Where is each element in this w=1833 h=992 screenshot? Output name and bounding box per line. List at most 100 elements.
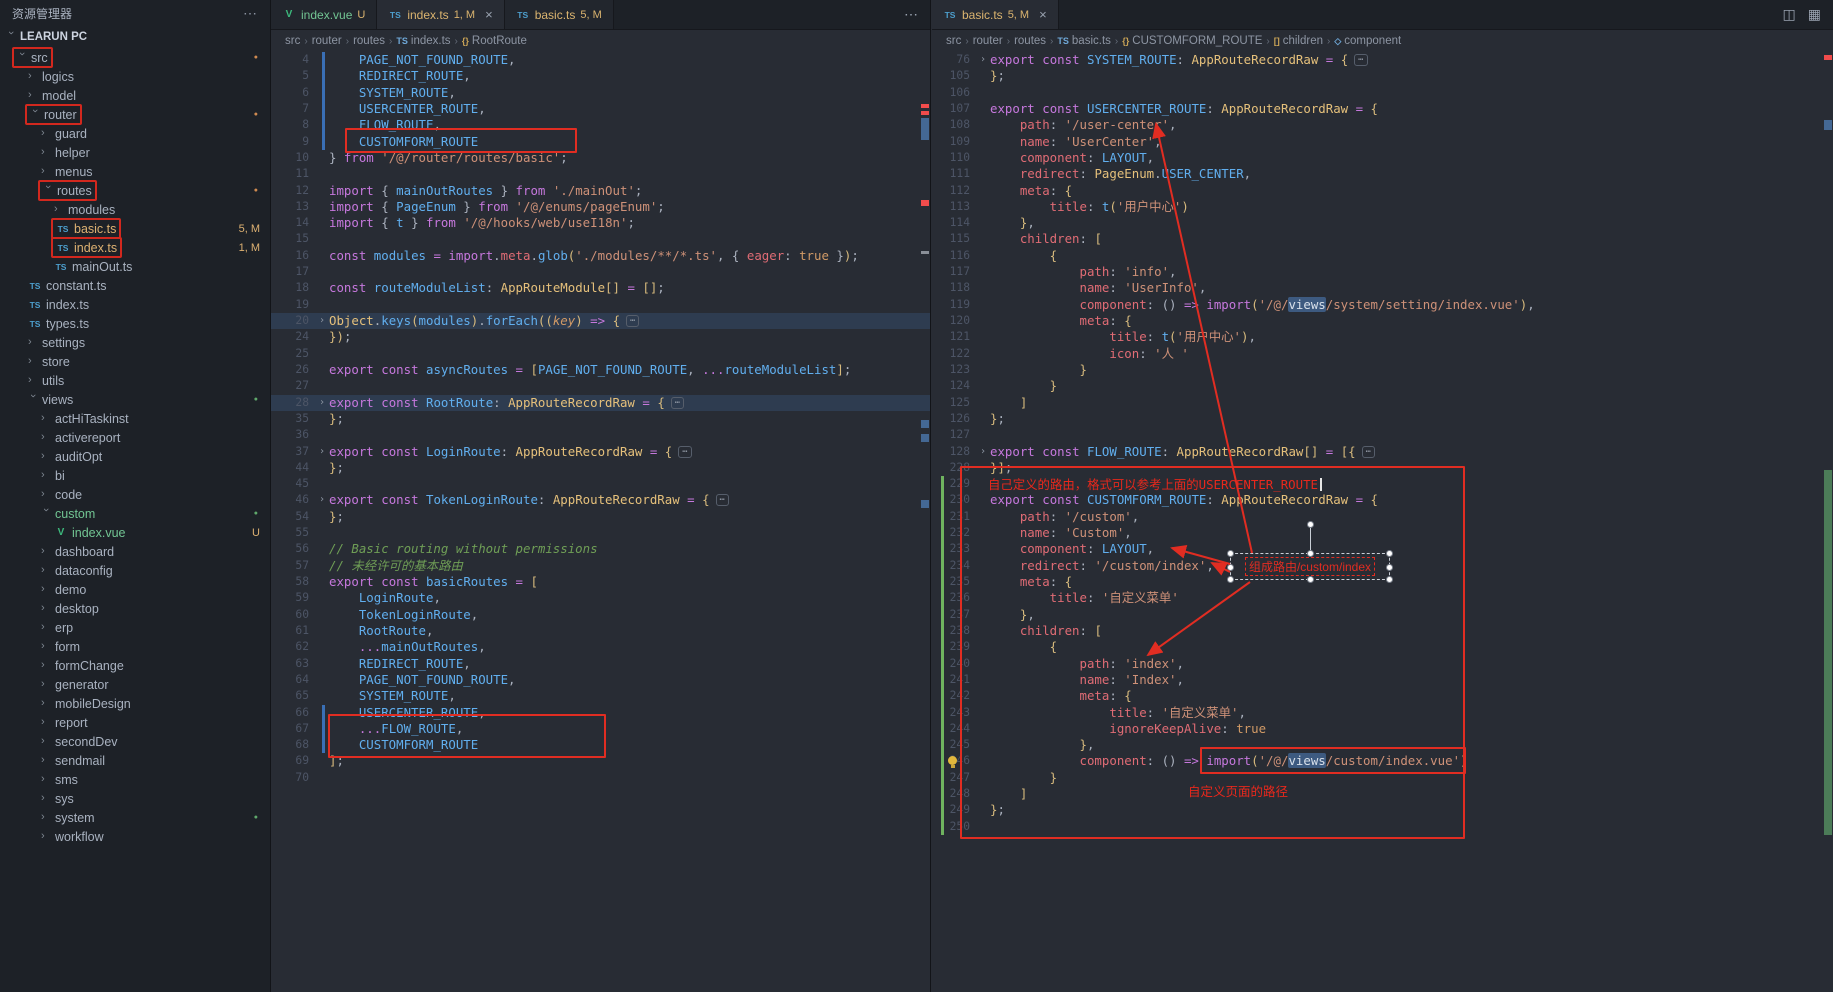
code-line-243[interactable]: 243 title: '自定义菜单', <box>932 705 1833 721</box>
code-line-111[interactable]: 111 redirect: PageEnum.USER_CENTER, <box>932 166 1833 182</box>
code-line-59[interactable]: 59 LoginRoute, <box>271 590 930 606</box>
tab-index.vue[interactable]: Vindex.vueU <box>271 0 377 29</box>
tree-item-modules[interactable]: ›modules <box>0 200 270 219</box>
tab-index.ts[interactable]: TSindex.ts1, M× <box>377 0 504 29</box>
code-line-25[interactable]: 25 <box>271 346 930 362</box>
code-line-76[interactable]: 76›export const SYSTEM_ROUTE: AppRouteRe… <box>932 52 1833 68</box>
code-line-122[interactable]: 122 icon: '人 ' <box>932 346 1833 362</box>
more-actions-icon[interactable]: ⋯ <box>904 6 918 23</box>
code-line-107[interactable]: 107export const USERCENTER_ROUTE: AppRou… <box>932 101 1833 117</box>
overview-ruler[interactable] <box>1823 0 1833 992</box>
tab-basic.ts[interactable]: TSbasic.ts5, M× <box>932 0 1059 29</box>
tree-item-basic.ts[interactable]: TSbasic.ts5, M <box>0 219 270 238</box>
tree-item-constant.ts[interactable]: TSconstant.ts <box>0 276 270 295</box>
fold-expand-icon[interactable]: › <box>976 444 990 460</box>
code-line-242[interactable]: 242 meta: { <box>932 688 1833 704</box>
tree-item-code[interactable]: ›code <box>0 485 270 504</box>
code-line-240[interactable]: 240 path: 'index', <box>932 656 1833 672</box>
tree-item-index.ts[interactable]: TSindex.ts <box>0 295 270 314</box>
code-line-19[interactable]: 19 <box>271 297 930 313</box>
code-line-35[interactable]: 35}; <box>271 411 930 427</box>
tree-item-model[interactable]: ›model <box>0 86 270 105</box>
code-line-55[interactable]: 55 <box>271 525 930 541</box>
tree-item-secondDev[interactable]: ›secondDev <box>0 732 270 751</box>
code-line-18[interactable]: 18const routeModuleList: AppRouteModule[… <box>271 280 930 296</box>
tree-item-guard[interactable]: ›guard <box>0 124 270 143</box>
breadcrumb-item-RootRoute[interactable]: {}RootRoute <box>462 35 527 47</box>
fold-expand-icon[interactable]: › <box>315 444 329 460</box>
breadcrumb-item-component[interactable]: ◇component <box>1334 35 1401 47</box>
tree-item-views[interactable]: ›views● <box>0 390 270 409</box>
breadcrumb-item-router[interactable]: router <box>312 35 342 47</box>
tree-item-store[interactable]: ›store <box>0 352 270 371</box>
tree-item-demo[interactable]: ›demo <box>0 580 270 599</box>
code-line-119[interactable]: 119 component: () => import('/@/views/sy… <box>932 297 1833 313</box>
code-line-233[interactable]: 233 component: LAYOUT, <box>932 541 1833 557</box>
code-line-20[interactable]: 20›Object.keys(modules).forEach((key) =>… <box>271 313 930 329</box>
code-line-46[interactable]: 46›export const TokenLoginRoute: AppRout… <box>271 492 930 508</box>
code-editor[interactable]: 4 PAGE_NOT_FOUND_ROUTE,5 REDIRECT_ROUTE,… <box>271 52 930 992</box>
code-line-54[interactable]: 54}; <box>271 509 930 525</box>
code-line-112[interactable]: 112 meta: { <box>932 183 1833 199</box>
code-line-249[interactable]: 249}; <box>932 802 1833 818</box>
tree-item-settings[interactable]: ›settings <box>0 333 270 352</box>
code-line-244[interactable]: 244 ignoreKeepAlive: true <box>932 721 1833 737</box>
tree-item-custom[interactable]: ›custom● <box>0 504 270 523</box>
folded-code-ellipsis[interactable]: ⋯ <box>1354 54 1367 66</box>
code-line-121[interactable]: 121 title: t('用户中心'), <box>932 329 1833 345</box>
code-line-116[interactable]: 116 { <box>932 248 1833 264</box>
code-line-117[interactable]: 117 path: 'info', <box>932 264 1833 280</box>
code-line-61[interactable]: 61 RootRoute, <box>271 623 930 639</box>
tree-item-index.vue[interactable]: Vindex.vueU <box>0 523 270 542</box>
folded-code-ellipsis[interactable]: ⋯ <box>1362 446 1375 458</box>
code-line-37[interactable]: 37›export const LoginRoute: AppRouteReco… <box>271 444 930 460</box>
code-line-67[interactable]: 67 ...FLOW_ROUTE, <box>271 721 930 737</box>
split-editor-icon[interactable]: ◫ <box>1783 6 1796 23</box>
tree-item-src[interactable]: ›src● <box>0 48 270 67</box>
tree-item-routes[interactable]: ›routes● <box>0 181 270 200</box>
code-line-241[interactable]: 241 name: 'Index', <box>932 672 1833 688</box>
code-line-232[interactable]: 232 name: 'Custom', <box>932 525 1833 541</box>
tab-basic.ts[interactable]: TSbasic.ts5, M <box>505 0 614 29</box>
code-line-7[interactable]: 7 USERCENTER_ROUTE, <box>271 101 930 117</box>
code-line-26[interactable]: 26export const asyncRoutes = [PAGE_NOT_F… <box>271 362 930 378</box>
code-line-12[interactable]: 12import { mainOutRoutes } from './mainO… <box>271 183 930 199</box>
tree-item-form[interactable]: ›form <box>0 637 270 656</box>
tree-item-mobileDesign[interactable]: ›mobileDesign <box>0 694 270 713</box>
tree-item-actHiTaskinst[interactable]: ›actHiTaskinst <box>0 409 270 428</box>
fold-expand-icon[interactable]: › <box>315 313 329 329</box>
tree-item-activereport[interactable]: ›activereport <box>0 428 270 447</box>
tree-item-sendmail[interactable]: ›sendmail <box>0 751 270 770</box>
code-line-70[interactable]: 70 <box>271 770 930 786</box>
code-line-6[interactable]: 6 SYSTEM_ROUTE, <box>271 85 930 101</box>
tree-item-helper[interactable]: ›helper <box>0 143 270 162</box>
code-line-17[interactable]: 17 <box>271 264 930 280</box>
code-line-4[interactable]: 4 PAGE_NOT_FOUND_ROUTE, <box>271 52 930 68</box>
code-line-105[interactable]: 105}; <box>932 68 1833 84</box>
code-line-113[interactable]: 113 title: t('用户中心') <box>932 199 1833 215</box>
tree-item-mainOut.ts[interactable]: TSmainOut.ts <box>0 257 270 276</box>
code-line-106[interactable]: 106 <box>932 85 1833 101</box>
code-line-245[interactable]: 245 }, <box>932 737 1833 753</box>
tree-item-desktop[interactable]: ›desktop <box>0 599 270 618</box>
more-actions-icon[interactable]: ⋯ <box>243 5 258 22</box>
code-line-63[interactable]: 63 REDIRECT_ROUTE, <box>271 656 930 672</box>
code-line-36[interactable]: 36 <box>271 427 930 443</box>
code-line-10[interactable]: 10} from '/@/router/routes/basic'; <box>271 150 930 166</box>
tree-item-erp[interactable]: ›erp <box>0 618 270 637</box>
code-line-246[interactable]: 246 component: () => import('/@/views/cu… <box>932 753 1833 769</box>
code-line-248[interactable]: 248 ] <box>932 786 1833 802</box>
code-line-128[interactable]: 128›export const FLOW_ROUTE: AppRouteRec… <box>932 444 1833 460</box>
code-line-28[interactable]: 28›export const RootRoute: AppRouteRecor… <box>271 395 930 411</box>
code-line-228[interactable]: 228}]; <box>932 460 1833 476</box>
code-line-118[interactable]: 118 name: 'UserInfo', <box>932 280 1833 296</box>
tree-item-index.ts[interactable]: TSindex.ts1, M <box>0 238 270 257</box>
tree-item-utils[interactable]: ›utils <box>0 371 270 390</box>
tree-item-auditOpt[interactable]: ›auditOpt <box>0 447 270 466</box>
code-line-120[interactable]: 120 meta: { <box>932 313 1833 329</box>
breadcrumb-item-index.ts[interactable]: TSindex.ts <box>396 35 450 47</box>
code-line-230[interactable]: 230export const CUSTOMFORM_ROUTE: AppRou… <box>932 492 1833 508</box>
project-section-header[interactable]: › LEARUN PC <box>0 26 270 48</box>
code-line-250[interactable]: 250 <box>932 819 1833 835</box>
code-line-64[interactable]: 64 PAGE_NOT_FOUND_ROUTE, <box>271 672 930 688</box>
